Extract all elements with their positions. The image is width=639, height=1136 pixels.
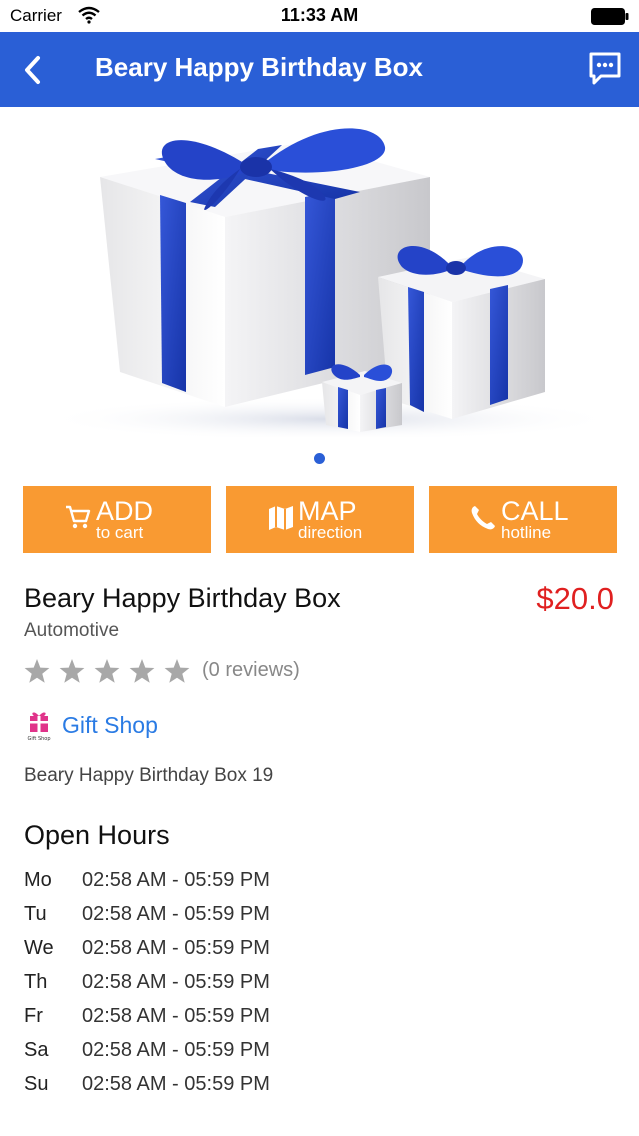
status-bar: Carrier 11:33 AM [0, 0, 639, 32]
chevron-left-icon [25, 56, 40, 84]
map-direction-button[interactable]: MAP direction [226, 486, 414, 553]
map-icon [269, 506, 293, 530]
shop-name: Gift Shop [62, 712, 158, 738]
hours-time: 02:58 AM - 05:59 PM [82, 937, 270, 959]
open-hours-heading: Open Hours [24, 820, 170, 850]
hours-time: 02:58 AM - 05:59 PM [82, 971, 270, 993]
hours-time: 02:58 AM - 05:59 PM [82, 1073, 270, 1095]
add-to-cart-sublabel: to cart [96, 523, 144, 542]
hours-day: Su [24, 1073, 49, 1095]
page-title: Beary Happy Birthday Box [95, 52, 423, 82]
product-image[interactable] [0, 107, 639, 441]
battery-icon [591, 8, 629, 30]
hours-time: 02:58 AM - 05:59 PM [82, 1005, 270, 1027]
product-name: Beary Happy Birthday Box [24, 583, 341, 613]
hours-time: 02:58 AM - 05:59 PM [82, 903, 270, 925]
hours-day: Th [24, 971, 48, 993]
map-sublabel: direction [298, 523, 363, 542]
chat-button[interactable] [587, 50, 623, 88]
hours-time: 02:58 AM - 05:59 PM [82, 869, 270, 891]
nav-bar: Beary Happy Birthday Box [0, 32, 639, 107]
hours-day: Tu [24, 903, 47, 925]
call-sublabel: hotline [501, 523, 552, 542]
back-button[interactable] [18, 52, 50, 88]
hours-day: Sa [24, 1039, 49, 1061]
product-description: Beary Happy Birthday Box 19 [24, 765, 274, 786]
shop-logo-caption: Gift Shop [27, 736, 50, 742]
hours-day: Fr [24, 1005, 43, 1027]
chat-bubble-icon [589, 52, 621, 85]
gift-shop-logo-icon: Gift Shop [27, 712, 51, 742]
star-icon [24, 659, 190, 683]
product-category: Automotive [24, 620, 120, 641]
cart-icon [66, 505, 91, 529]
map-label: MAP [298, 496, 357, 526]
add-to-cart-button[interactable]: ADD to cart [23, 486, 211, 553]
hours-day: We [24, 937, 54, 959]
star-rating [24, 656, 194, 686]
hours-time: 02:58 AM - 05:59 PM [82, 1039, 270, 1061]
phone-icon [471, 506, 495, 530]
product-price: $20.0 [536, 581, 614, 616]
call-hotline-button[interactable]: CALL hotline [429, 486, 617, 553]
gallery-page-indicator[interactable] [314, 453, 325, 464]
add-to-cart-label: ADD [96, 496, 154, 526]
call-label: CALL [501, 496, 569, 526]
review-count[interactable]: (0 reviews) [202, 659, 300, 682]
hours-day: Mo [24, 869, 52, 891]
status-time: 11:33 AM [280, 5, 359, 25]
